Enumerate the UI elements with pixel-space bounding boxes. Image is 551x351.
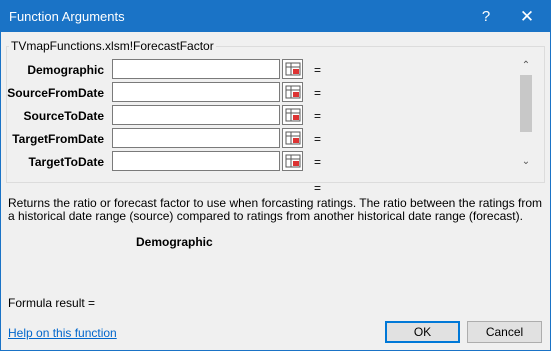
scroll-up-icon[interactable]: ⌃: [518, 59, 534, 73]
argument-label: TargetToDate: [28, 155, 104, 169]
argument-row-targetfromdate: TargetFromDate =: [1, 128, 331, 150]
current-argument-name: Demographic: [136, 235, 213, 249]
range-select-icon[interactable]: [282, 82, 303, 102]
demographic-input[interactable]: [112, 59, 280, 79]
scroll-down-icon[interactable]: ⌄: [518, 155, 534, 169]
argument-equals: =: [314, 109, 322, 123]
help-on-function-link[interactable]: Help on this function: [8, 326, 117, 340]
range-select-icon[interactable]: [282, 105, 303, 125]
argument-row-sourcefromdate: SourceFromDate =: [1, 82, 331, 104]
function-description: Returns the ratio or forecast factor to …: [8, 196, 543, 223]
cancel-button[interactable]: Cancel: [467, 321, 542, 343]
sourcefromdate-input[interactable]: [112, 82, 280, 102]
range-select-icon[interactable]: [282, 128, 303, 148]
function-result-equals: =: [314, 181, 322, 195]
targetfromdate-input[interactable]: [112, 128, 280, 148]
ok-button[interactable]: OK: [385, 321, 460, 343]
argument-equals: =: [314, 155, 322, 169]
formula-result-label: Formula result =: [8, 296, 96, 310]
sourcetodate-input[interactable]: [112, 105, 280, 125]
argument-label: SourceFromDate: [7, 86, 104, 100]
argument-row-sourcetodate: SourceToDate =: [1, 105, 331, 127]
range-select-icon[interactable]: [282, 151, 303, 171]
title-bar[interactable]: Function Arguments ? ✕: [1, 1, 550, 32]
argument-label: SourceToDate: [23, 109, 104, 123]
function-arguments-dialog: Function Arguments ? ✕ TVmapFunctions.xl…: [0, 0, 551, 351]
dialog-title: Function Arguments: [9, 9, 125, 24]
argument-equals: =: [314, 63, 322, 77]
argument-equals: =: [314, 86, 322, 100]
targettodate-input[interactable]: [112, 151, 280, 171]
argument-row-targettodate: TargetToDate =: [1, 151, 331, 173]
help-icon[interactable]: ?: [463, 1, 509, 32]
arguments-scrollbar[interactable]: ⌃ ⌄: [518, 59, 534, 169]
argument-equals: =: [314, 132, 322, 146]
function-name-label: TVmapFunctions.xlsm!ForecastFactor: [9, 39, 216, 53]
range-select-icon[interactable]: [282, 59, 303, 79]
close-icon[interactable]: ✕: [504, 1, 550, 32]
argument-label: Demographic: [27, 63, 104, 77]
argument-label: TargetFromDate: [12, 132, 104, 146]
scroll-thumb[interactable]: [520, 75, 532, 132]
argument-row-demographic: Demographic =: [1, 59, 331, 81]
